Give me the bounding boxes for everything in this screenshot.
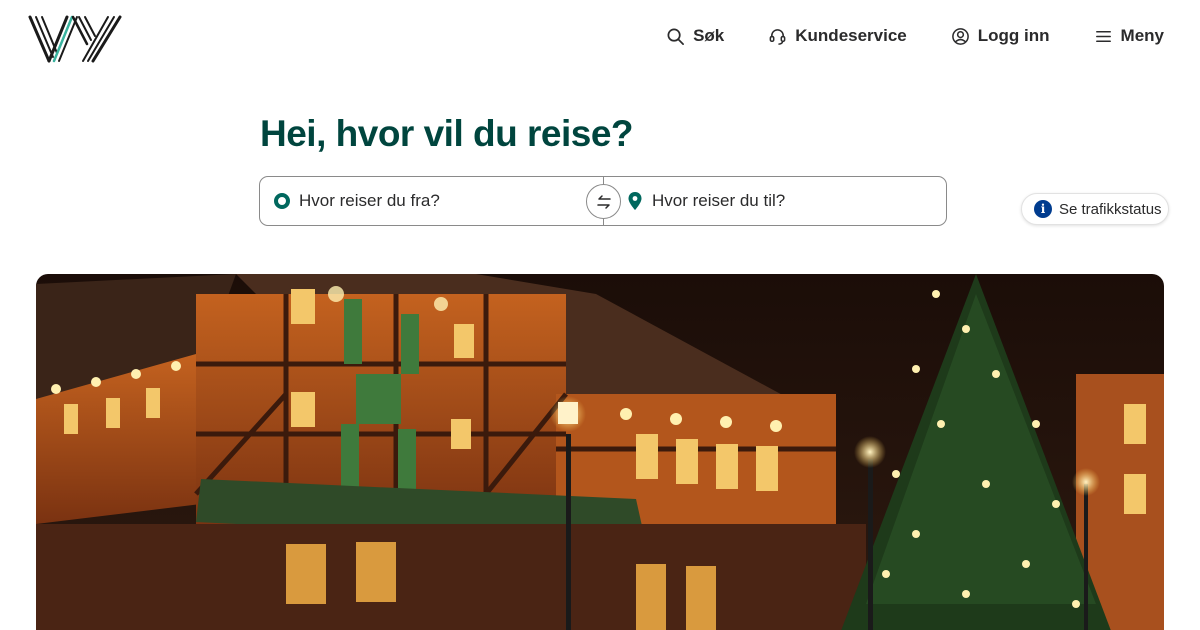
hero-image bbox=[36, 274, 1164, 630]
to-field[interactable]: Hvor reiser du til? bbox=[627, 177, 927, 225]
trip-search-box: Hvor reiser du fra? Hvor reiser du til? bbox=[259, 176, 947, 226]
hero-photo-christmas-town bbox=[36, 274, 1164, 630]
nav-search-label: Søk bbox=[693, 26, 725, 45]
swap-button[interactable] bbox=[586, 184, 621, 219]
from-field[interactable]: Hvor reiser du fra? bbox=[274, 177, 574, 225]
nav-login-button[interactable]: Logg inn bbox=[951, 26, 1050, 46]
vy-logo[interactable] bbox=[27, 14, 123, 64]
user-icon bbox=[951, 27, 969, 45]
page-title: Hei, hvor vil du reise? bbox=[260, 113, 634, 154]
nav-customer-service-label: Kundeservice bbox=[795, 26, 907, 45]
site-header: Søk Kundeservice Logg inn Meny bbox=[0, 0, 1200, 80]
main-nav: Søk Kundeservice Logg inn Meny bbox=[666, 26, 1164, 46]
traffic-status-label: Se trafikkstatus bbox=[1059, 200, 1162, 218]
location-pin-icon bbox=[628, 192, 642, 210]
origin-icon bbox=[274, 193, 290, 209]
headset-icon bbox=[769, 28, 786, 45]
nav-menu-label: Meny bbox=[1120, 26, 1164, 45]
info-icon: i bbox=[1034, 200, 1052, 218]
search-icon bbox=[667, 28, 685, 45]
to-placeholder: Hvor reiser du til? bbox=[652, 191, 786, 210]
swap-icon bbox=[596, 194, 611, 209]
menu-icon bbox=[1095, 30, 1111, 42]
traffic-status-button[interactable]: i Se trafikkstatus bbox=[1021, 193, 1169, 225]
from-placeholder: Hvor reiser du fra? bbox=[299, 191, 440, 210]
nav-login-label: Logg inn bbox=[977, 26, 1050, 45]
nav-search-button[interactable]: Søk bbox=[666, 26, 724, 46]
nav-customer-service-button[interactable]: Kundeservice bbox=[768, 26, 907, 46]
nav-menu-button[interactable]: Meny bbox=[1094, 26, 1164, 46]
